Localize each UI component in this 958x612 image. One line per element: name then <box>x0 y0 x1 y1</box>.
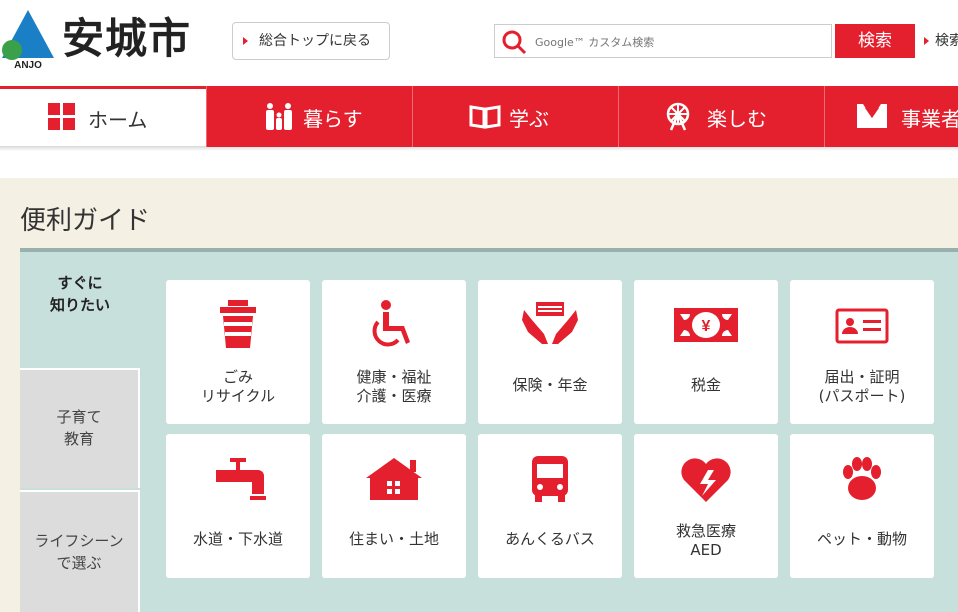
nav-learn[interactable]: 学ぶ <box>412 86 618 147</box>
tab-quick[interactable]: すぐに 知りたい <box>20 272 140 360</box>
tab-childcare[interactable]: 子育て 教育 <box>20 368 140 488</box>
trash-can-icon <box>220 300 256 348</box>
grid-icon <box>48 103 75 130</box>
faucet-icon <box>216 458 266 500</box>
search-icon <box>502 30 527 55</box>
main-nav: ホーム 暮らす 学ぶ 楽しむ 事業者 <box>0 86 958 147</box>
card-label: あんくるバス <box>505 530 595 548</box>
tab-lifescene[interactable]: ライフシーン で選ぶ <box>20 490 140 612</box>
nav-living-label: 暮らす <box>303 107 363 131</box>
card-label: ペット・動物 <box>816 530 907 548</box>
book-icon <box>469 105 501 129</box>
search-button[interactable]: 検索 <box>835 24 915 58</box>
search-extra-label: 検索 <box>935 33 958 49</box>
card-label: 保険・年金 <box>512 376 588 394</box>
nav-living[interactable]: 暮らす <box>206 86 412 147</box>
card-emergency[interactable]: 救急医療 AED <box>634 434 778 578</box>
search-extra-link[interactable]: 検索 <box>924 30 958 50</box>
aed-heart-icon <box>681 458 731 502</box>
card-water[interactable]: 水道・下水道 <box>166 434 310 578</box>
convenience-guide: 便利ガイド すぐに 知りたい 子育て 教育 ライフシーン で選ぶ ごみ リサイク… <box>0 178 958 612</box>
id-card-icon <box>835 308 889 344</box>
wheelchair-icon <box>372 300 410 347</box>
nav-learn-label: 学ぶ <box>509 107 549 131</box>
nav-enjoy-label: 楽しむ <box>707 107 767 131</box>
nav-business[interactable]: 事業者 <box>824 86 958 147</box>
card-label: 救急医療 AED <box>675 522 736 559</box>
nav-home-label: ホーム <box>88 108 148 132</box>
card-housing[interactable]: 住まい・土地 <box>322 434 466 578</box>
yen-bill-icon: ¥ <box>674 308 738 342</box>
search-box <box>494 24 832 58</box>
business-icon <box>857 104 887 128</box>
ferris-wheel-icon <box>666 102 690 131</box>
card-label: 健康・福祉 介護・医療 <box>356 368 432 405</box>
card-bus[interactable]: あんくるバス <box>478 434 622 578</box>
card-garbage[interactable]: ごみ リサイクル <box>166 280 310 424</box>
family-icon <box>266 103 292 130</box>
nav-enjoy[interactable]: 楽しむ <box>618 86 824 147</box>
card-label: 届出・証明 (パスポート) <box>818 368 906 405</box>
site-title[interactable]: 安城市 <box>62 14 191 64</box>
card-label: 税金 <box>690 376 721 394</box>
guide-panel: すぐに 知りたい 子育て 教育 ライフシーン で選ぶ ごみ リサイクル 健康・福… <box>20 252 958 612</box>
guide-title: 便利ガイド <box>20 206 151 236</box>
card-label: 住まい・土地 <box>348 530 439 548</box>
hands-money-icon <box>522 302 578 344</box>
card-health[interactable]: 健康・福祉 介護・医療 <box>322 280 466 424</box>
card-pets[interactable]: ペット・動物 <box>790 434 934 578</box>
logo-text: ANJO <box>14 60 42 70</box>
house-icon <box>366 458 422 500</box>
nav-business-label: 事業者 <box>901 107 958 131</box>
arrow-right-icon <box>243 37 248 45</box>
nav-home[interactable]: ホーム <box>0 86 206 147</box>
card-label: 水道・下水道 <box>192 530 283 548</box>
nav-shadow <box>0 147 958 151</box>
bus-icon <box>532 456 568 502</box>
card-label: ごみ リサイクル <box>200 368 276 405</box>
card-certificates[interactable]: 届出・証明 (パスポート) <box>790 280 934 424</box>
site-header: ANJO 安城市 総合トップに戻る 検索 検索 <box>0 0 958 86</box>
back-to-top-label: 総合トップに戻る <box>259 33 371 49</box>
back-to-top-link[interactable]: 総合トップに戻る <box>232 22 390 60</box>
arrow-right-icon <box>924 37 929 45</box>
city-logo[interactable]: ANJO <box>0 8 56 71</box>
svg-text:¥: ¥ <box>702 318 711 335</box>
card-insurance[interactable]: 保険・年金 <box>478 280 622 424</box>
search-input[interactable] <box>533 31 827 53</box>
card-tax[interactable]: ¥ 税金 <box>634 280 778 424</box>
paw-icon <box>843 457 881 500</box>
